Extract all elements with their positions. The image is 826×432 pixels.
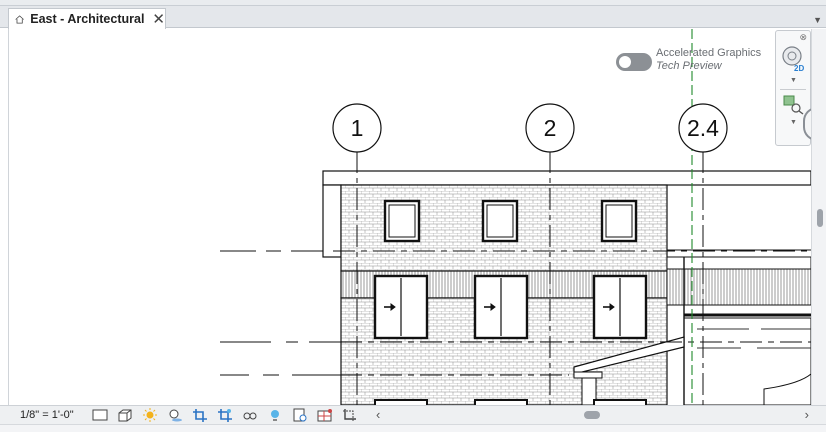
grid-bubble-1[interactable]: 1 — [332, 103, 382, 153]
grid-label-2-4: 2.4 — [687, 115, 719, 141]
vertical-scroll-thumb[interactable] — [817, 209, 823, 227]
level-lines-left — [220, 250, 340, 376]
scroll-right-icon[interactable]: › — [805, 407, 809, 422]
vertical-scrollbar[interactable] — [811, 29, 826, 405]
navbar-divider — [780, 89, 806, 90]
accelerated-graphics-toggle[interactable] — [616, 53, 652, 71]
accelerated-graphics-overlay: Accelerated Graphics Tech Preview — [616, 47, 761, 73]
grid-bubble-2[interactable]: 2 — [525, 103, 575, 153]
navbar-close-icon[interactable]: ⊗ — [799, 32, 807, 43]
reveal-hidden-icon[interactable] — [265, 407, 285, 423]
scroll-left-icon[interactable]: ‹ — [376, 407, 380, 422]
view-tab-bar: East - Architectural ✕ ▼ — [0, 6, 826, 29]
sun-path-icon[interactable] — [140, 407, 160, 423]
grid-bubble-2-4[interactable]: 2.4 — [678, 103, 728, 153]
temporary-view-properties-icon[interactable] — [290, 407, 310, 423]
horizontal-scroll-thumb[interactable] — [584, 411, 600, 419]
highlight-displacement-icon[interactable] — [340, 407, 360, 423]
tab-list-dropdown-icon[interactable]: ▼ — [813, 15, 822, 25]
view-control-bar: 1/8" = 1'-0" ‹ › — [0, 405, 826, 424]
horizontal-scrollbar[interactable]: ‹ › — [376, 407, 811, 422]
temporary-hide-icon[interactable] — [240, 407, 260, 423]
detail-level-icon[interactable] — [90, 407, 110, 423]
view-scale[interactable]: 1/8" = 1'-0" — [20, 409, 86, 421]
shadows-icon[interactable] — [165, 407, 185, 423]
analytical-model-icon[interactable] — [315, 407, 335, 423]
zoom-dropdown-icon[interactable]: ▼ — [790, 119, 797, 126]
crop-view-icon[interactable] — [190, 407, 210, 423]
home-icon — [15, 14, 24, 24]
accel-subtitle: Tech Preview — [656, 60, 722, 72]
visual-style-icon[interactable] — [115, 407, 135, 423]
status-strip-partial — [0, 424, 826, 432]
grid-label-1: 1 — [351, 115, 364, 141]
accel-title: Accelerated Graphics — [656, 47, 762, 59]
tab-title: East - Architectural — [30, 12, 145, 26]
close-icon[interactable]: ✕ — [152, 12, 165, 27]
steering-wheel-icon[interactable]: 2D — [781, 45, 807, 73]
view-tab-east-architectural[interactable]: East - Architectural ✕ — [8, 8, 166, 29]
show-crop-region-icon[interactable] — [215, 407, 235, 423]
patio-doors — [373, 274, 648, 340]
steering-dropdown-icon[interactable]: ▼ — [790, 77, 797, 84]
svg-text:2D: 2D — [794, 64, 804, 73]
zoom-region-icon[interactable] — [783, 95, 805, 115]
elevation-drawing: 1 2 2.4 — [220, 29, 811, 405]
grid-label-2: 2 — [544, 115, 557, 141]
drawing-viewport[interactable]: 1 2 2.4 — [8, 29, 811, 405]
